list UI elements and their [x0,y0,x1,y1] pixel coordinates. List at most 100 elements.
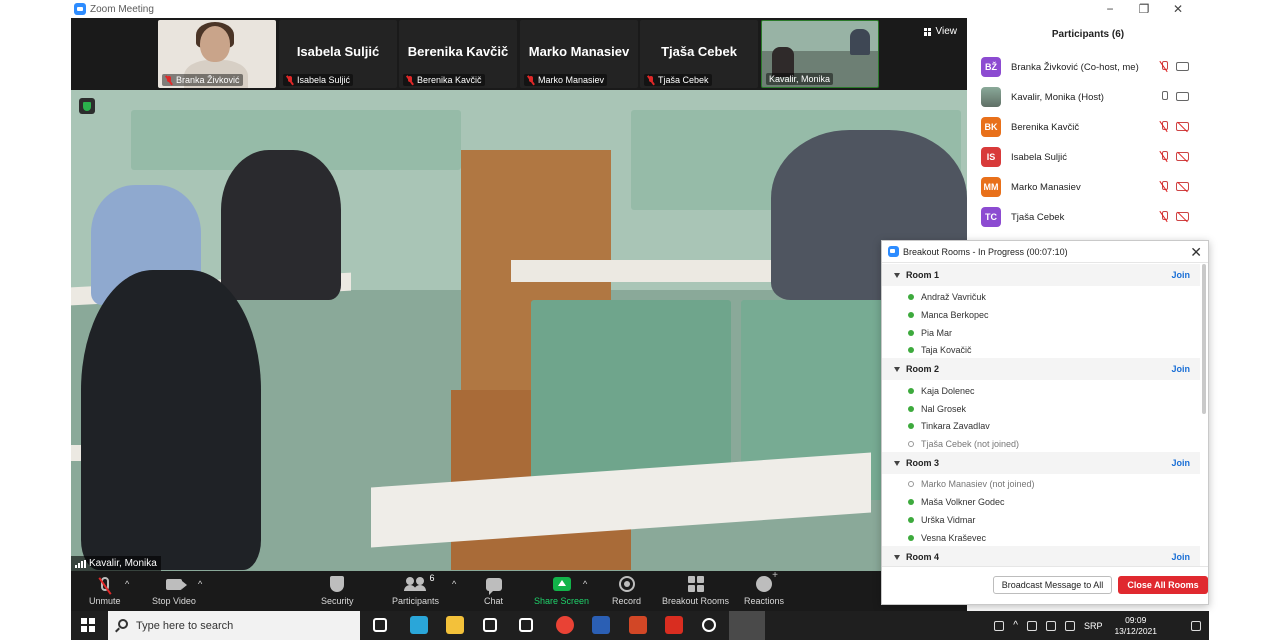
room-header[interactable]: Room 1 Join [882,264,1200,286]
language-indicator[interactable]: SRP [1084,621,1103,631]
chevron-down-icon[interactable] [894,366,900,372]
settings-icon[interactable] [701,618,716,632]
participant-row[interactable]: Kavalir, Monika (Host) [981,86,1201,108]
zoom-app-icon [888,246,899,257]
chevron-down-icon[interactable] [894,554,900,560]
share-screen-icon [552,577,571,591]
mic-muted-icon[interactable] [1160,121,1168,132]
participant-row[interactable]: BŽ Branka Živković (Co-host, me) [981,56,1201,78]
task-view-icon[interactable] [373,618,387,632]
participants-options-caret[interactable]: ^ [452,579,456,589]
reactions-icon [756,570,778,592]
video-thumb[interactable]: Tjaša Cebek Tjaša Cebek [640,20,758,88]
camera-on-icon[interactable] [1176,92,1189,101]
participant-name: Branka Živković (Co-host, me) [1011,61,1139,73]
volume-icon[interactable] [1064,620,1075,631]
record-button[interactable]: Record [612,575,641,606]
powerpoint-icon[interactable] [628,616,647,634]
participants-count: 6 [429,573,435,583]
camera-off-icon[interactable] [1176,212,1189,221]
camera-on-icon[interactable] [1176,62,1189,71]
join-room-button[interactable]: Join [1171,552,1190,562]
video-thumb-host[interactable]: Kavalir, Monika [761,20,879,88]
mic-on-icon[interactable] [1160,91,1168,102]
notifications-icon[interactable] [1191,620,1201,631]
mail-icon[interactable] [519,618,533,632]
network-icon[interactable] [1045,620,1056,631]
join-room-button[interactable]: Join [1171,270,1190,280]
video-options-caret[interactable]: ^ [198,579,202,589]
audio-options-caret[interactable]: ^ [125,579,129,589]
chrome-icon[interactable] [555,616,574,634]
participant-name: Marko Manasiev [1011,181,1081,193]
thumb-name: Berenika Kavčič [407,44,509,59]
edge-icon[interactable] [409,616,428,634]
thumb-label: Branka Živković [162,74,243,86]
participants-button[interactable]: 6 Participants [392,573,439,606]
video-thumb[interactable]: Isabela Suljić Isabela Suljić [279,20,397,88]
security-button[interactable]: Security [321,575,354,606]
chevron-down-icon[interactable] [894,460,900,466]
mic-muted-icon[interactable] [1160,61,1168,72]
participant-row[interactable]: MM Marko Manasiev [981,176,1201,198]
scrollbar[interactable] [1202,264,1206,414]
room-header[interactable]: Room 3 Join [882,452,1200,474]
breakout-rooms-button[interactable]: Breakout Rooms [662,575,729,606]
windows-taskbar: Type here to search ^ SRP 09:09 13/12/20… [71,611,1209,640]
participant-name: Kavalir, Monika (Host) [1011,91,1104,103]
clock[interactable]: 09:09 13/12/2021 [1114,615,1157,637]
participant-row[interactable]: TC Tjaša Cebek [981,206,1201,228]
share-options-caret[interactable]: ^ [583,579,587,589]
camera-off-icon[interactable] [1176,152,1189,161]
participant-row[interactable]: BK Berenika Kavčič [981,116,1201,138]
room-member: Manca Berkopec [882,306,1200,324]
camera-off-icon[interactable] [1176,182,1189,191]
search-icon [118,619,128,629]
close-icon[interactable]: ✕ [1190,244,1202,261]
room-member: Maša Volkner Godec [882,493,1200,511]
avatar: TC [981,207,1001,227]
taskbar-search-box[interactable]: Type here to search [108,611,360,640]
windows-start-icon[interactable] [81,618,95,632]
join-room-button[interactable]: Join [1171,458,1190,468]
participant-row[interactable]: IS Isabela Suljić [981,146,1201,168]
view-button[interactable]: View [923,26,957,37]
video-thumb[interactable]: Marko Manasiev Marko Manasiev [520,20,638,88]
zoom-icon[interactable] [729,611,765,640]
close-window-button[interactable]: ✕ [1161,0,1195,18]
file-explorer-icon[interactable] [446,616,464,634]
store-icon[interactable] [482,618,497,632]
chevron-down-icon[interactable] [894,272,900,278]
room-header[interactable]: Room 4 Join [882,546,1200,567]
chevron-up-icon[interactable]: ^ [1013,620,1018,631]
keyboard-icon[interactable] [994,620,1005,631]
video-thumb[interactable]: Berenika Kavčič Berenika Kavčič [399,20,517,88]
mic-muted-icon[interactable] [1160,181,1168,192]
mic-muted-icon[interactable] [1160,151,1168,162]
zoom-active-highlight [729,611,765,640]
word-icon[interactable] [592,616,610,634]
stop-video-button[interactable]: Stop Video [152,575,196,606]
share-screen-button[interactable]: Share Screen [534,575,589,606]
meeting-area: Branka Živković Isabela Suljić Isabela S… [71,18,967,611]
camera-off-icon[interactable] [1176,122,1189,131]
participants-icon [403,577,426,591]
join-room-button[interactable]: Join [1171,364,1190,374]
chat-button[interactable]: Chat [484,575,503,606]
broadcast-message-button[interactable]: Broadcast Message to All [993,576,1112,594]
minimize-button[interactable]: − [1093,0,1127,18]
joined-status-icon [908,499,914,505]
reactions-button[interactable]: Reactions [744,570,784,606]
unmute-button[interactable]: Unmute [89,575,121,606]
video-thumb-self[interactable]: Branka Živković [158,20,276,88]
joined-status-icon [908,294,914,300]
not-joined-status-icon [908,481,914,487]
thumb-name: Isabela Suljić [296,44,380,59]
usb-icon[interactable] [1026,620,1037,631]
acrobat-icon[interactable] [665,616,683,634]
mic-muted-icon[interactable] [1160,211,1168,222]
restore-button[interactable]: ❐ [1127,0,1161,18]
close-all-rooms-button[interactable]: Close All Rooms [1118,576,1208,594]
room-header[interactable]: Room 2 Join [882,358,1200,380]
room-member: Marko Manasiev (not joined) [882,475,1200,493]
